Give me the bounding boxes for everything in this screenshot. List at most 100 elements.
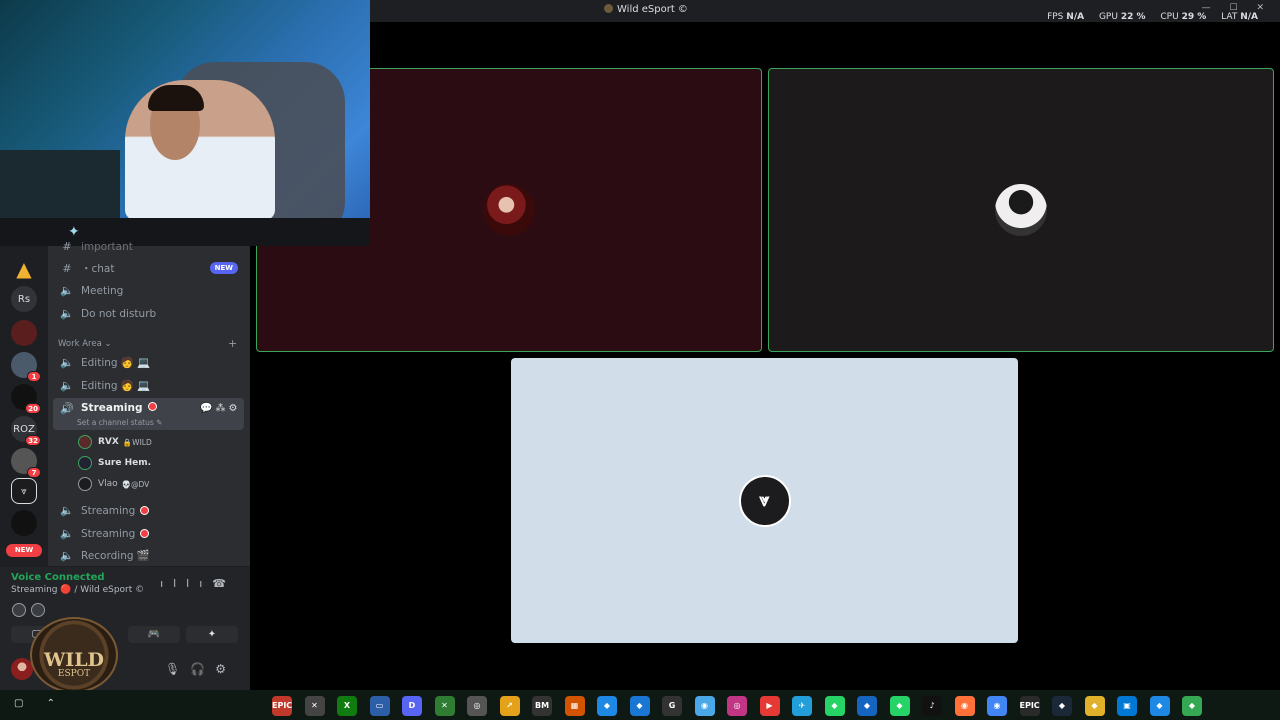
- logo-text: WILD: [43, 649, 105, 671]
- taskbar-app-icon[interactable]: ✕: [304, 696, 325, 716]
- channel-status-prompt[interactable]: Set a channel status ✎: [77, 418, 162, 427]
- category-work-area[interactable]: Work Area ⌄: [58, 339, 112, 349]
- speaker-icon: 🔈: [60, 549, 74, 562]
- channel-recording[interactable]: 🔈 Recording 🎬: [53, 545, 244, 566]
- taskbar-app-icon[interactable]: ▭: [369, 696, 390, 716]
- channel-name: ・chat: [81, 263, 115, 275]
- server-icon[interactable]: 20: [11, 384, 41, 414]
- user-avatar: ⩔: [738, 474, 791, 527]
- server-icon[interactable]: 7: [11, 448, 41, 478]
- video-tile-logo-user[interactable]: ⩔: [511, 358, 1018, 643]
- taskbar-app-icon[interactable]: ↗: [499, 696, 520, 716]
- noise-suppression-icon[interactable]: ıllı: [160, 577, 212, 590]
- taskbar-app-icon[interactable]: ◆: [629, 696, 650, 716]
- room-shelf: [0, 150, 120, 220]
- channel-streaming-3[interactable]: 🔈 Streaming: [53, 523, 244, 544]
- microphone-icon[interactable]: 🎙: [165, 662, 190, 676]
- channel-name: Editing 🧑 💻: [81, 380, 151, 392]
- logo-glyph: ⩔: [759, 490, 770, 511]
- taskbar-app-icon[interactable]: X: [337, 696, 357, 716]
- taskbar-tray-left[interactable]: ▢ ⌃: [14, 698, 65, 709]
- video-tile-dark-user[interactable]: [768, 68, 1274, 352]
- channel-name: Editing 🧑 💻: [81, 357, 151, 369]
- taskbar-app-icon[interactable]: ◆: [1052, 696, 1072, 716]
- member-name: Sure Hem.: [98, 458, 151, 468]
- server-label: ROZ: [13, 423, 35, 435]
- voice-controls: ıllı☎: [160, 577, 236, 590]
- channel-editing-2[interactable]: 🔈 Editing 🧑 💻: [53, 375, 244, 396]
- taskbar-app-icon[interactable]: BM: [532, 696, 552, 716]
- server-icon-roz[interactable]: ROZ 32: [11, 416, 41, 446]
- user-avatar: [995, 184, 1047, 236]
- warning-icon[interactable]: ▲: [11, 256, 37, 282]
- member-name: Vlao: [98, 479, 118, 489]
- activity-button[interactable]: 🎮: [128, 626, 180, 643]
- taskbar-app-icon[interactable]: ✕: [434, 696, 455, 716]
- user-avatar: [483, 184, 535, 236]
- invite-icon[interactable]: ⁂: [215, 403, 228, 414]
- avatar: [78, 435, 92, 449]
- speaker-icon: 🔈: [60, 504, 74, 517]
- add-channel-icon[interactable]: +: [228, 337, 1268, 350]
- channel-name: Streaming: [81, 527, 136, 540]
- taskbar-app-icon[interactable]: D: [402, 696, 422, 716]
- taskbar-app-icon[interactable]: ♪: [922, 696, 942, 716]
- taskbar-app-icon[interactable]: ▦: [564, 696, 585, 716]
- chevron-down-icon: ⌄: [104, 339, 112, 349]
- taskbar-app-icon[interactable]: EPIC: [272, 696, 292, 716]
- headphones-icon[interactable]: 🎧: [190, 662, 215, 676]
- taskbar-app-icon[interactable]: ◆: [1182, 696, 1202, 716]
- taskbar-app-icon[interactable]: ◎: [467, 696, 487, 716]
- speaker-icon: 🔈: [60, 307, 74, 320]
- gear-icon[interactable]: ⚙: [215, 662, 236, 676]
- live-indicator: [140, 506, 150, 515]
- taskbar-app-icon[interactable]: ▶: [759, 696, 780, 716]
- taskbar: ▢ ⌃ EPIC ✕ X ▭ D ✕ ◎ ↗ BM ▦ ◆ ◆ G ◉ ◎ ▶ ✈ ◆ ◆ ◆ ♪ ◉ ◉ EPIC ◆ ◆ ▣ ◆ ◆: [0, 690, 1280, 720]
- server-icon-wild[interactable]: ⩔: [11, 478, 37, 504]
- taskbar-app-icon[interactable]: ◉: [954, 696, 975, 716]
- channel-name: Meeting: [81, 284, 124, 297]
- mention-badge: 1: [27, 371, 41, 382]
- streamer-hair: [148, 85, 204, 111]
- channel-actions[interactable]: 💬⁂⚙: [200, 403, 240, 414]
- fps-value: N/A: [1066, 12, 1085, 22]
- server-icon[interactable]: [11, 320, 37, 346]
- channel-streaming-2[interactable]: 🔈 Streaming: [53, 500, 244, 521]
- channel-meeting[interactable]: 🔈 Meeting: [53, 280, 244, 301]
- channel-do-not-disturb[interactable]: 🔈 Do not disturb: [53, 303, 244, 324]
- soundboard-button[interactable]: ✦: [186, 626, 238, 643]
- voice-member[interactable]: Vlao 💀@DV: [78, 475, 149, 493]
- taskbar-app-icon[interactable]: G: [662, 696, 682, 716]
- perf-overlay: FPS N/A GPU 22 % CPU 29 % LAT N/A: [1047, 12, 1270, 22]
- avatar: [78, 456, 92, 470]
- taskbar-app-icon[interactable]: ✈: [792, 696, 812, 716]
- voice-status-subtitle[interactable]: Streaming 🔴 / Wild eSport ©: [11, 585, 144, 595]
- taskbar-app-icon[interactable]: ▣: [1117, 696, 1137, 716]
- taskbar-app-icon[interactable]: ◉: [694, 696, 715, 716]
- disconnect-icon[interactable]: ☎: [212, 577, 236, 590]
- server-icon[interactable]: 1: [11, 352, 41, 382]
- server-icon-rs[interactable]: Rs: [11, 286, 37, 312]
- channel-editing-1[interactable]: 🔈 Editing 🧑 💻: [53, 352, 244, 373]
- voice-member[interactable]: RVX 🔒WILD: [78, 433, 152, 451]
- channel-chat[interactable]: # ・chat NEW: [53, 258, 244, 279]
- channel-important[interactable]: # important: [53, 236, 244, 257]
- taskbar-app-icon[interactable]: ◎: [727, 696, 747, 716]
- live-indicator: [147, 402, 157, 411]
- taskbar-app-icon[interactable]: ◆: [889, 696, 910, 716]
- taskbar-app-icon[interactable]: ◆: [597, 696, 617, 716]
- taskbar-app-icon[interactable]: ◆: [824, 696, 845, 716]
- new-badge[interactable]: NEW: [6, 544, 42, 557]
- taskbar-app-icon[interactable]: ◉: [987, 696, 1007, 716]
- taskbar-app-icon[interactable]: ◆: [1149, 696, 1170, 716]
- server-list: ▲ Rs 1 20 ROZ 32 7 ⩔: [0, 246, 48, 566]
- taskbar-app-icon[interactable]: ◆: [857, 696, 877, 716]
- taskbar-app-icon[interactable]: EPIC: [1019, 696, 1040, 716]
- gear-icon[interactable]: ⚙: [228, 403, 240, 414]
- chat-icon[interactable]: 💬: [200, 403, 215, 414]
- channel-name: Streaming: [81, 504, 136, 517]
- taskbar-app-icon[interactable]: ◆: [1084, 696, 1105, 716]
- voice-member[interactable]: Sure Hem.: [78, 454, 155, 472]
- server-icon[interactable]: [11, 510, 37, 536]
- window-title: Wild eSport ©: [604, 4, 688, 15]
